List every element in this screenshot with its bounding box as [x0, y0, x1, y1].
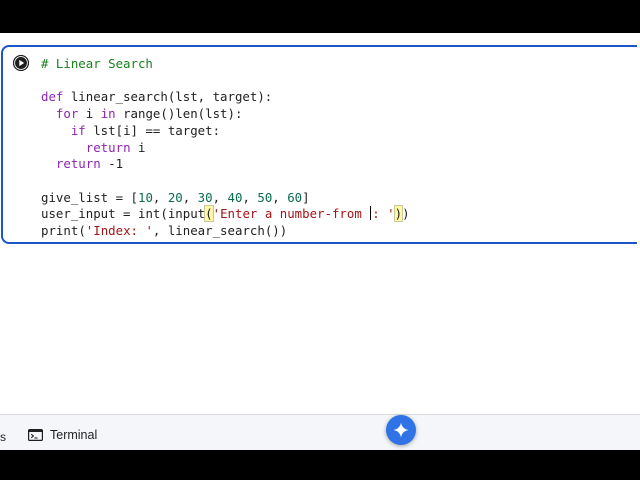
code-line-10: user_input = int(input('Enter a number-f… [41, 205, 410, 223]
code-token: , linear_search()) [152, 223, 288, 239]
status-item-partial[interactable]: s [0, 430, 6, 444]
terminal-icon [28, 429, 43, 441]
code-token: -1 [100, 156, 124, 172]
number-token: 50 [257, 189, 273, 205]
play-circle-icon [13, 55, 29, 71]
keyword-token: if [70, 122, 86, 138]
code-token: give_list = [ [41, 189, 138, 205]
code-token: lst[i] == target: [85, 122, 221, 138]
code-line-6: return i [41, 139, 146, 155]
code-line-3: def linear_search(lst, target): [41, 89, 272, 104]
string-token: : ' [372, 206, 395, 222]
code-token: , [182, 189, 198, 205]
gemini-button[interactable] [386, 415, 416, 445]
code-token: ) [402, 206, 410, 222]
number-token: 40 [227, 189, 243, 205]
code-token: ] [302, 189, 310, 205]
builtin-token: print [41, 223, 79, 239]
number-token: 20 [167, 189, 183, 205]
notebook-viewport: # Linear Search def linear_search(lst, t… [0, 33, 640, 450]
terminal-label: Terminal [50, 428, 98, 442]
status-bar: s Terminal [0, 414, 640, 450]
string-token: 'Enter a number-from [212, 206, 370, 222]
code-token: ( [78, 223, 86, 239]
matched-bracket: ( [204, 205, 214, 223]
code-line-4: for i in range()len(lst): [41, 106, 243, 122]
keyword-token: def [41, 89, 64, 105]
code-line-9: give_list = [10, 20, 30, 40, 50, 60] [41, 190, 310, 205]
function-signature: linear_search(lst, target): [63, 89, 273, 105]
code-token: range( [115, 106, 168, 122]
number-token: 60 [287, 189, 303, 205]
sparkle-icon [393, 422, 409, 438]
code-line-5: if lst[i] == target: [41, 123, 220, 138]
code-line-11: print('Index: ', linear_search()) [41, 223, 287, 238]
code-cell[interactable]: # Linear Search def linear_search(lst, t… [1, 45, 637, 244]
keyword-token: return [85, 139, 131, 155]
code-token: i [78, 106, 101, 122]
code-token: , [212, 189, 228, 205]
code-editor[interactable]: # Linear Search def linear_search(lst, t… [41, 56, 410, 240]
comment-token: # Linear Search [41, 56, 153, 71]
code-token: )len(lst): [167, 106, 243, 122]
string-token: 'Index: ' [85, 223, 153, 239]
builtin-token: int [137, 206, 161, 222]
code-token: i [130, 139, 146, 155]
keyword-token: for [55, 106, 79, 122]
number-token: 30 [197, 189, 213, 205]
code-token: , [242, 189, 258, 205]
code-token: user_input = [41, 206, 138, 222]
code-token: , [152, 189, 168, 205]
code-token: , [272, 189, 288, 205]
keyword-token: in [100, 106, 116, 122]
code-token: (input [160, 206, 206, 222]
code-line-1: # Linear Search [41, 56, 153, 71]
keyword-token: return [55, 156, 101, 172]
matched-bracket: ) [393, 205, 404, 223]
terminal-tab[interactable]: Terminal [28, 428, 97, 442]
run-cell-button[interactable] [13, 55, 29, 71]
code-line-7: return -1 [41, 156, 123, 171]
number-token: 10 [137, 189, 153, 205]
